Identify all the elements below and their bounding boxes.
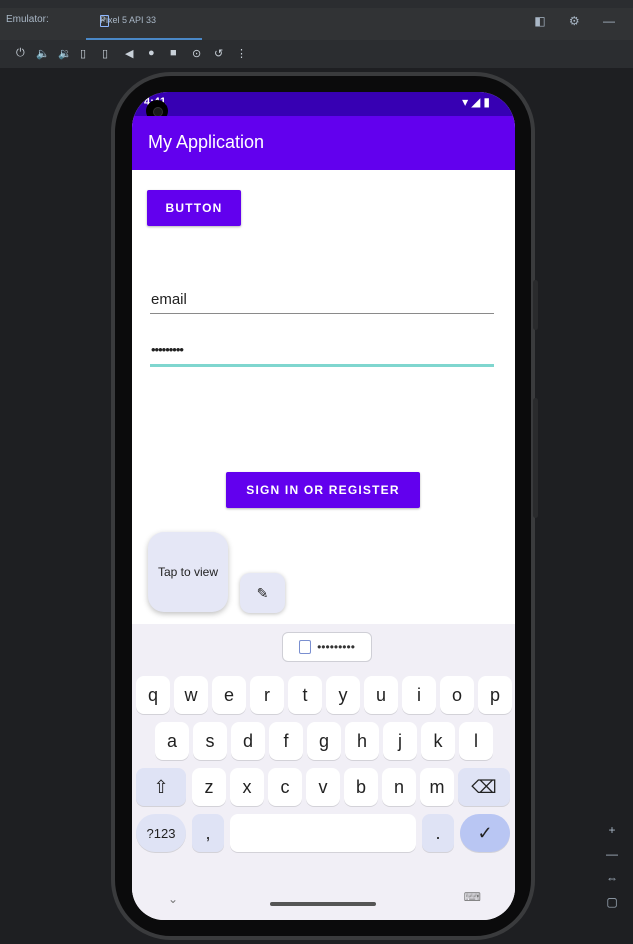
tab-pixel5[interactable]: Pixel 5 API 33 × [86, 10, 202, 40]
rotate-right-icon[interactable]: ▯ [102, 47, 108, 60]
window-controls-icons[interactable]: ◧ ⚙ — [534, 14, 625, 28]
screenshot-icon[interactable]: ⊙ [192, 47, 201, 60]
home-icon[interactable]: ● [148, 47, 155, 59]
snapshot-icon[interactable]: ↺ [214, 47, 223, 60]
enter-key[interactable]: ✓ [460, 814, 510, 852]
space-key[interactable] [230, 814, 416, 852]
suggestion-value: ••••••••• [317, 640, 355, 654]
key-g[interactable]: g [307, 722, 341, 760]
password-field[interactable]: ••••••••• [150, 340, 494, 370]
zoom-out-icon[interactable]: — [601, 842, 623, 866]
password-underline [150, 364, 494, 367]
key-n[interactable]: n [382, 768, 416, 806]
page-title: My Application [148, 132, 265, 152]
key-c[interactable]: c [268, 768, 302, 806]
status-icons: ▾◢▮ [462, 95, 493, 109]
email-input-value[interactable]: email [151, 291, 187, 308]
key-d[interactable]: d [231, 722, 265, 760]
zoom-controls: + — ⇔ ▢ [601, 818, 623, 914]
comma-key[interactable]: , [192, 814, 224, 852]
key-b[interactable]: b [344, 768, 378, 806]
key-a[interactable]: a [155, 722, 189, 760]
key-x[interactable]: x [230, 768, 264, 806]
actual-size-icon[interactable]: ▢ [601, 890, 623, 914]
back-icon[interactable]: ◀ [125, 47, 133, 60]
emulator-tab-strip: Emulator: Pixel 5 API 33 × ◧ ⚙ — [0, 8, 633, 40]
password-input-value[interactable]: ••••••••• [151, 342, 184, 357]
key-r[interactable]: r [250, 676, 284, 714]
symbols-key[interactable]: ?123 [136, 814, 186, 852]
emulator-label: Emulator: [6, 14, 49, 25]
key-m[interactable]: m [420, 768, 454, 806]
key-h[interactable]: h [345, 722, 379, 760]
clipboard-icon [299, 640, 312, 654]
autofill-bubble[interactable]: Tap to view [148, 532, 228, 612]
phone-screen: 4:41 ▾◢▮ My Application BUTTON email •••… [132, 92, 515, 920]
key-f[interactable]: f [269, 722, 303, 760]
overview-icon[interactable]: ■ [170, 47, 177, 59]
key-i[interactable]: i [402, 676, 436, 714]
home-pill[interactable] [270, 902, 376, 906]
zoom-in-icon[interactable]: + [601, 818, 623, 842]
volume-up-icon[interactable]: 🔈 [36, 47, 50, 60]
period-key[interactable]: . [422, 814, 454, 852]
key-s[interactable]: s [193, 722, 227, 760]
tap-to-view-label: Tap to view [157, 564, 219, 579]
keyboard-switch-icon[interactable]: ⌨ [464, 890, 481, 904]
key-o[interactable]: o [440, 676, 474, 714]
close-tab-icon[interactable]: × [100, 15, 105, 25]
side-button-power[interactable] [533, 398, 538, 518]
fit-icon[interactable]: ⇔ [601, 866, 623, 890]
button[interactable]: BUTTON [147, 190, 241, 226]
more-icon[interactable]: ⋮ [236, 47, 247, 60]
key-e[interactable]: e [212, 676, 246, 714]
backspace-key[interactable]: ⌫ [458, 768, 510, 806]
power-icon[interactable]: ⏻ [16, 47, 25, 60]
key-q[interactable]: q [136, 676, 170, 714]
key-t[interactable]: t [288, 676, 322, 714]
rotate-left-icon[interactable]: ▯ [80, 47, 86, 60]
key-j[interactable]: j [383, 722, 417, 760]
clipboard-suggestion[interactable]: ••••••••• [282, 632, 372, 662]
key-z[interactable]: z [192, 768, 226, 806]
email-underline [150, 313, 494, 314]
edit-icon[interactable]: ✎ [240, 573, 285, 613]
navigation-bar: ⌄ ⌨ [132, 884, 515, 920]
sign-in-button[interactable]: SIGN IN OR REGISTER [226, 472, 420, 508]
device-tab-label: Pixel 5 API 33 [100, 15, 157, 25]
chevron-down-icon[interactable]: ⌄ [168, 892, 178, 906]
emulator-toolbar: ⏻ 🔈 🔉 ▯ ▯ ◀ ● ■ ⊙ ↺ ⋮ [0, 40, 633, 68]
app-bar: My Application [132, 116, 515, 170]
shift-key[interactable]: ⇧ [136, 768, 186, 806]
key-k[interactable]: k [421, 722, 455, 760]
soft-keyboard: ••••••••• q w e r t y u i o p a s d f g … [132, 624, 515, 920]
key-y[interactable]: y [326, 676, 360, 714]
side-button-volume[interactable] [533, 280, 538, 330]
status-bar: 4:41 ▾◢▮ [132, 92, 515, 116]
key-p[interactable]: p [478, 676, 512, 714]
key-w[interactable]: w [174, 676, 208, 714]
key-v[interactable]: v [306, 768, 340, 806]
volume-down-icon[interactable]: 🔉 [58, 47, 72, 60]
email-field[interactable]: email [150, 287, 494, 317]
key-u[interactable]: u [364, 676, 398, 714]
key-l[interactable]: l [459, 722, 493, 760]
